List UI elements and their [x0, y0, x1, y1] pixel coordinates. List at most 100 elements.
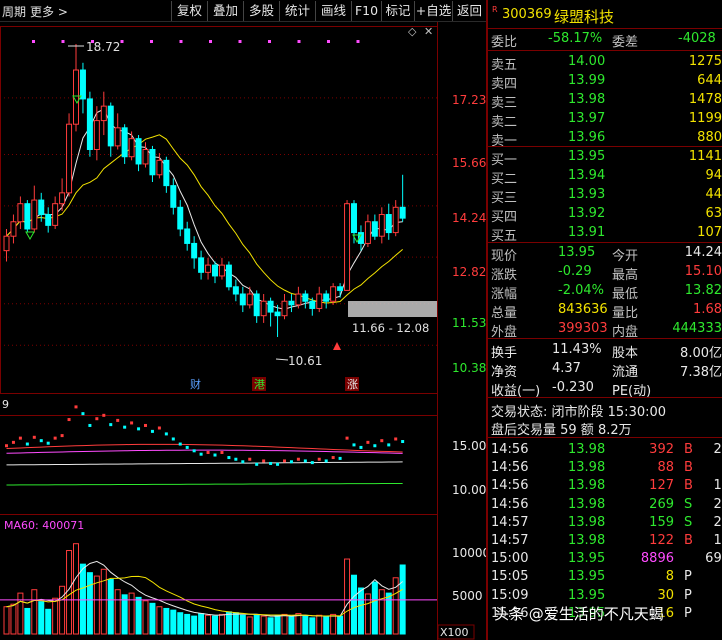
sell-price: 13.98 — [568, 92, 606, 107]
stat-row: 涨幅 -2.04% 最低 13.82 — [488, 282, 722, 302]
buy-row: 买四 13.92 63 — [488, 205, 722, 225]
add-watchlist-button[interactable]: +自选 — [414, 1, 452, 21]
tick-side: P — [684, 587, 692, 603]
volume-bar — [52, 597, 59, 635]
indicator-tick — [324, 459, 328, 463]
tick-row: 14:56 13.98 392 B 21 — [488, 441, 722, 460]
event-badge-hk[interactable]: 港 — [254, 378, 265, 391]
indicator-tick — [401, 440, 405, 444]
tick-price: 13.98 — [568, 442, 606, 457]
sell-volume: 880 — [697, 130, 722, 145]
volume-bar — [302, 615, 309, 635]
volume-bar — [73, 543, 79, 635]
event-badge-limit[interactable]: 涨 — [347, 378, 358, 391]
indicator-tick — [199, 452, 203, 456]
indicator-tick — [283, 459, 286, 463]
back-button[interactable]: 返回 — [452, 1, 486, 21]
candle-body — [17, 203, 24, 223]
price-tick-5: 11.53 — [452, 316, 486, 330]
indicator-tick — [394, 437, 398, 441]
restore-rights-button[interactable]: 复权 — [171, 1, 207, 21]
volume-bar — [309, 617, 316, 635]
volume-bar — [225, 611, 232, 635]
candle-body — [52, 203, 59, 226]
indicator-tick — [338, 456, 342, 460]
sell-row: 卖二 13.97 1199 — [488, 110, 722, 130]
candle-body — [302, 293, 309, 302]
volume-bar — [114, 589, 121, 635]
candle-body — [232, 286, 239, 295]
volume-ma-line — [6, 560, 403, 617]
tick-volume: 8 — [665, 569, 674, 585]
quote-panel: R 300369 绿盟科技 委比 -58.17% 委差 -4028 卖五 14.0… — [486, 0, 722, 640]
overlay-button[interactable]: 叠加 — [207, 1, 243, 21]
volume-bar — [59, 585, 66, 635]
volume-bar — [246, 616, 253, 635]
volume-bar — [351, 574, 357, 635]
kline-chart[interactable]: 17.23 15.66 14.24 12.82 11.53 10.38 18.7… — [0, 22, 486, 640]
indicator-tick — [220, 450, 224, 454]
signal-dot — [209, 40, 212, 43]
draw-line-button[interactable]: 画线 — [315, 1, 351, 21]
macd-tick-1: 10000 — [452, 546, 486, 560]
candle-body — [351, 203, 357, 234]
volume-bar — [128, 592, 135, 635]
signal-dot — [150, 40, 153, 43]
candle-body — [79, 69, 86, 100]
candle-body — [399, 206, 406, 219]
stat-value: 7.38亿 — [680, 365, 722, 380]
tick-count: 11 — [713, 478, 722, 494]
indicator-tick — [32, 435, 36, 439]
diamond-icon[interactable]: ◇ — [408, 25, 417, 38]
buy-level-label: 买四 — [491, 210, 518, 225]
sell-volume: 1199 — [688, 111, 722, 126]
candle-body — [212, 264, 218, 277]
statistics-button[interactable]: 统计 — [279, 1, 315, 21]
indicator-tick — [178, 442, 182, 446]
candle-body — [253, 293, 260, 317]
candle-body — [378, 214, 385, 237]
tick-side: P — [684, 605, 692, 621]
indicator-tick — [74, 405, 78, 409]
mark-button[interactable]: 标记 — [381, 1, 414, 21]
stat-value: 843636 — [558, 302, 608, 317]
close-icon[interactable]: ✕ — [424, 25, 433, 38]
indicator-tick — [366, 440, 370, 444]
tick-side: B — [684, 533, 693, 548]
buy-row: 买二 13.94 94 — [488, 167, 722, 187]
candle-body — [156, 159, 163, 176]
volume-bar — [3, 606, 10, 635]
vol-panel-header: 9 — [2, 398, 9, 411]
stat-value: 15.10 — [684, 264, 722, 279]
multi-stock-button[interactable]: 多股 — [243, 1, 279, 21]
more-button[interactable]: 更多 > — [30, 3, 68, 20]
ma-long-line — [6, 134, 403, 304]
stat-value: 14.24 — [684, 245, 722, 260]
buy-row: 买一 13.95 1141 — [488, 148, 722, 168]
high-price-label: 18.72 — [86, 40, 120, 54]
candle-body — [135, 138, 142, 165]
stat-label: 涨幅 — [491, 287, 518, 302]
buy-price: 13.93 — [568, 187, 606, 202]
stock-header: R 300369 绿盟科技 — [488, 5, 722, 27]
sell-price: 13.96 — [568, 130, 606, 145]
x100-label: X100 — [440, 626, 469, 639]
signal-dot — [356, 40, 360, 43]
price-tick-6: 10.38 — [452, 361, 486, 375]
stat-value: 4.37 — [552, 361, 581, 376]
stat-value: 399303 — [558, 321, 608, 336]
candle-body — [218, 264, 225, 277]
event-badge-fin[interactable]: 财 — [190, 377, 201, 391]
candle-body — [295, 293, 302, 306]
candle-body — [3, 235, 10, 252]
volume-bar — [170, 609, 177, 635]
volume-bar — [191, 615, 198, 635]
f10-button[interactable]: F10 — [351, 1, 381, 21]
buy-price: 13.95 — [568, 149, 606, 164]
period-button[interactable]: 周期 — [2, 3, 26, 20]
sell-price: 13.97 — [568, 111, 606, 126]
indicator-tick — [227, 456, 231, 460]
candle-body — [344, 203, 351, 291]
tick-time: 14:57 — [491, 533, 529, 548]
volume-bar — [184, 613, 191, 635]
